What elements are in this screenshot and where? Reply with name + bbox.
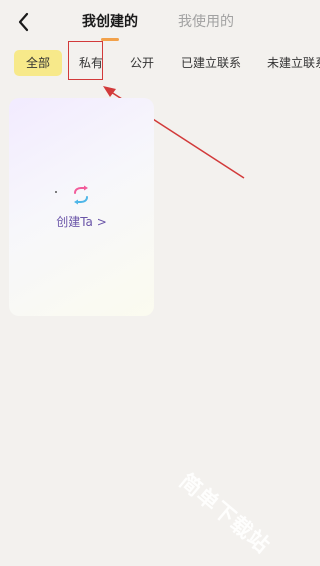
filter-chip-all[interactable]: 全部 — [14, 50, 62, 76]
create-character-card[interactable]: 创建Ta > — [9, 98, 154, 316]
annotation-highlight-box — [68, 41, 103, 80]
filter-chip-public[interactable]: 公开 — [123, 50, 161, 76]
filter-bar: 全部 私有 公开 已建立联系 未建立联系 — [0, 50, 320, 76]
tab-created-by-me[interactable]: 我创建的 — [82, 13, 138, 31]
sync-arrows-icon — [74, 185, 88, 205]
card-dot — [55, 191, 57, 193]
create-character-label: 创建Ta > — [56, 215, 107, 229]
top-bar: 我创建的 我使用的 — [0, 0, 316, 44]
watermark: 简单下载站 — [175, 469, 275, 559]
filter-chip-connected[interactable]: 已建立联系 — [176, 50, 246, 76]
tab-used-by-me[interactable]: 我使用的 — [178, 13, 234, 31]
filter-chip-unconnected[interactable]: 未建立联系 — [262, 50, 320, 76]
back-button[interactable] — [14, 10, 34, 34]
active-tab-indicator — [101, 38, 119, 41]
chevron-left-icon — [18, 12, 29, 32]
